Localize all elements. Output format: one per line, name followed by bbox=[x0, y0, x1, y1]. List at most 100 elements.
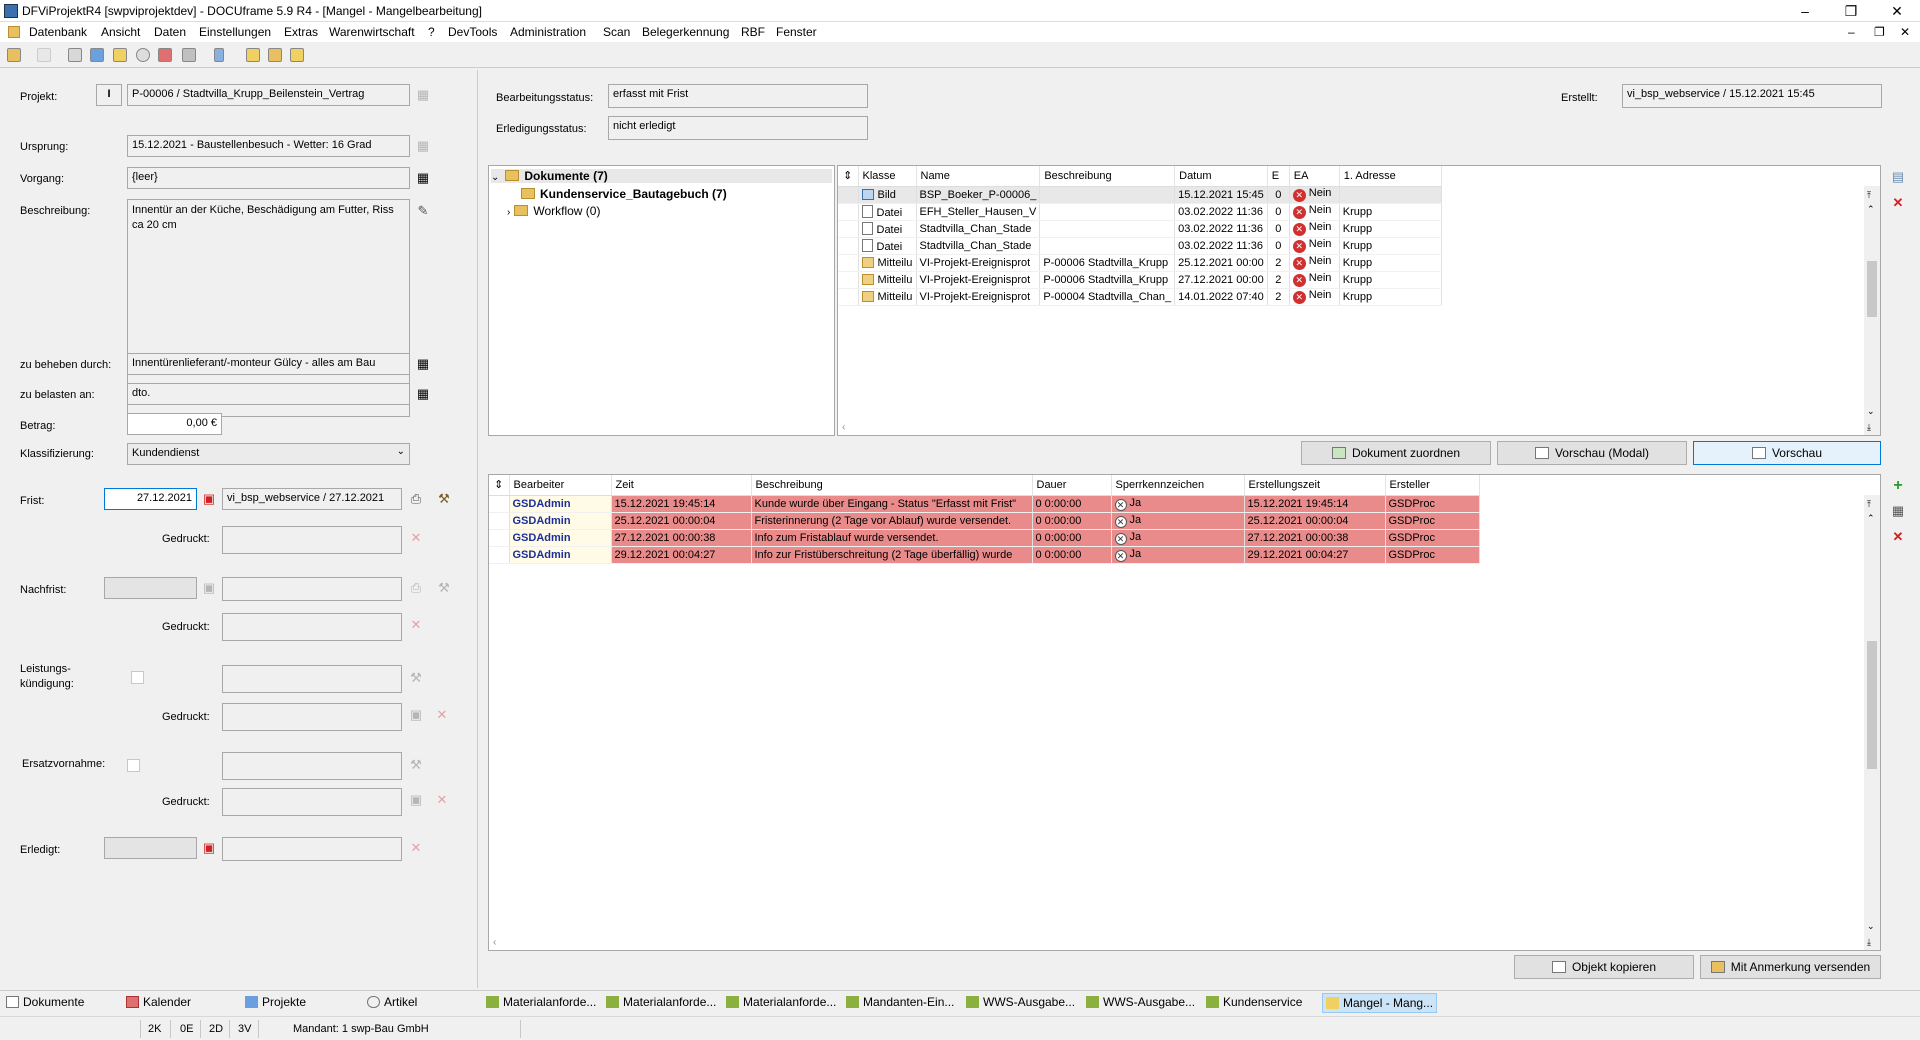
sort-icon[interactable]: ⇕ bbox=[838, 166, 859, 187]
task-mangel[interactable]: Mangel - Mang... bbox=[1322, 993, 1438, 1013]
frist-gedruckt-delete-icon[interactable]: ✕ bbox=[408, 530, 424, 546]
document-row[interactable]: Mitteilu VI-Projekt-Ereignisprot P-00006 S… bbox=[838, 271, 1442, 289]
frist-print-icon[interactable]: ⎙ bbox=[408, 491, 424, 507]
leistungskuendigung-delete-icon[interactable]: ✕ bbox=[434, 707, 450, 723]
nachfrist-gedruckt-delete-icon[interactable]: ✕ bbox=[408, 617, 424, 633]
frist-tools-icon[interactable]: ⚒ bbox=[436, 491, 452, 507]
ersatzvornahme-field[interactable] bbox=[222, 752, 402, 780]
ersatzvornahme-gedruckt-field[interactable] bbox=[222, 788, 402, 816]
log-col-bearbeiter[interactable]: Bearbeiter bbox=[509, 475, 612, 496]
log-col-dauer[interactable]: Dauer bbox=[1032, 475, 1112, 496]
leistungskuendigung-checkbox[interactable] bbox=[131, 671, 144, 684]
log-scroll-bottom-icon[interactable]: ⤓ bbox=[1867, 937, 1871, 948]
mdi-document-icon[interactable] bbox=[8, 26, 20, 38]
menu-extras[interactable]: Extras bbox=[284, 25, 318, 39]
log-scroll-down-icon[interactable]: ⌄ bbox=[1867, 921, 1875, 932]
erledigungsstatus-field[interactable]: nicht erledigt bbox=[608, 116, 868, 140]
log-col-zeit[interactable]: Zeit bbox=[611, 475, 752, 496]
log-row[interactable]: GSDAdmin 27.12.2021 00:00:38 Info zum Fris… bbox=[489, 529, 1480, 547]
belasten-table-icon[interactable]: ▦ bbox=[415, 386, 431, 402]
remove-document-icon[interactable]: ✕ bbox=[1890, 195, 1906, 211]
new-document-icon[interactable]: ▤ bbox=[1890, 169, 1906, 185]
ursprung-table-icon[interactable]: ▦ bbox=[415, 138, 431, 154]
belasten-field[interactable]: dto. bbox=[127, 383, 410, 405]
leistungskuendigung-field[interactable] bbox=[222, 665, 402, 693]
scroll-up-icon[interactable]: ⌃ bbox=[1867, 204, 1875, 215]
document-row[interactable]: Datei EFH_Steller_Hausen_V 03.02.2022 11:3… bbox=[838, 203, 1442, 221]
frist-gedruckt-field[interactable] bbox=[222, 526, 402, 554]
scroll-left-icon[interactable]: ‹ bbox=[842, 422, 845, 433]
col-klasse[interactable]: Klasse bbox=[858, 166, 917, 187]
nachfrist-tools-icon[interactable]: ⚒ bbox=[436, 580, 452, 596]
mdi-restore-button[interactable]: ❐ bbox=[1874, 25, 1885, 39]
menu-administration[interactable]: Administration bbox=[510, 25, 586, 39]
vorschau-button[interactable]: Vorschau bbox=[1693, 441, 1881, 465]
erledigt-date-input[interactable] bbox=[104, 837, 197, 859]
col-beschreibung[interactable]: Beschreibung bbox=[1039, 166, 1176, 187]
scroll-bottom-icon[interactable]: ⤓ bbox=[1867, 422, 1871, 433]
document-row[interactable]: Mitteilu VI-Projekt-Ereignisprot P-00004 S… bbox=[838, 288, 1442, 306]
log-col-erstellungszeit[interactable]: Erstellungszeit bbox=[1244, 475, 1386, 496]
chevron-right-icon[interactable]: › bbox=[507, 207, 510, 218]
log-scroll-thumb[interactable] bbox=[1867, 641, 1877, 769]
erledigt-calendar-icon[interactable]: ▣ bbox=[201, 840, 217, 856]
erledigt-delete-icon[interactable]: ✕ bbox=[408, 840, 424, 856]
task-projekte[interactable]: Projekte bbox=[245, 995, 306, 1009]
log-col-beschreibung[interactable]: Beschreibung bbox=[751, 475, 1033, 496]
card-icon[interactable] bbox=[68, 48, 82, 62]
documents-scrollbar[interactable]: ⤒ ⌃ ⌄ ⤓ bbox=[1864, 186, 1880, 435]
mdi-close-button[interactable]: ✕ bbox=[1900, 25, 1910, 39]
col-datum[interactable]: Datum bbox=[1174, 166, 1268, 187]
document-row[interactable]: Mitteilu VI-Projekt-Ereignisprot P-00006 S… bbox=[838, 254, 1442, 272]
restore-button[interactable]: ❐ bbox=[1828, 0, 1874, 22]
dokument-zuordnen-button[interactable]: Dokument zuordnen bbox=[1301, 441, 1491, 465]
calendar-icon[interactable] bbox=[158, 48, 172, 62]
chevron-down-icon[interactable]: ⌄ bbox=[491, 172, 499, 183]
log-row[interactable]: GSDAdmin 15.12.2021 19:45:14 Kunde wurde ü… bbox=[489, 495, 1480, 513]
ersatzvornahme-checkbox[interactable] bbox=[127, 759, 140, 772]
table-icon[interactable] bbox=[182, 48, 196, 62]
log-row[interactable]: GSDAdmin 29.12.2021 00:04:27 Info zur Fris… bbox=[489, 546, 1480, 564]
export-icon[interactable] bbox=[290, 48, 304, 62]
log-scroll-left-icon[interactable]: ‹ bbox=[493, 937, 496, 948]
vorschau-modal-button[interactable]: Vorschau (Modal) bbox=[1497, 441, 1687, 465]
tree-root[interactable]: ⌄ Dokumente (7) bbox=[491, 169, 832, 183]
menu-einstellungen[interactable]: Einstellungen bbox=[199, 25, 271, 39]
scroll-down-icon[interactable]: ⌄ bbox=[1867, 406, 1875, 417]
mdi-minimize-button[interactable]: – bbox=[1848, 25, 1855, 39]
menu-daten[interactable]: Daten bbox=[154, 25, 186, 39]
log-scroll-top-icon[interactable]: ⤒ bbox=[1867, 499, 1871, 510]
tree-item-workflow[interactable]: › Workflow (0) bbox=[507, 204, 600, 218]
menu-belegerkennung[interactable]: Belegerkennung bbox=[642, 25, 729, 39]
objekt-kopieren-button[interactable]: Objekt kopieren bbox=[1514, 955, 1694, 979]
task-artikel[interactable]: Artikel bbox=[367, 995, 417, 1009]
print-icon[interactable] bbox=[37, 48, 51, 62]
mit-anmerkung-versenden-button[interactable]: Mit Anmerkung versenden bbox=[1700, 955, 1881, 979]
close-window-button[interactable]: ✕ bbox=[1874, 0, 1920, 22]
menu-help[interactable]: ? bbox=[428, 25, 435, 39]
nachfrist-date-input[interactable] bbox=[104, 577, 197, 599]
erledigt-user-field[interactable] bbox=[222, 837, 402, 861]
frist-user-field[interactable]: vi_bsp_webservice / 27.12.2021 bbox=[222, 488, 402, 510]
col-adresse[interactable]: 1. Adresse bbox=[1339, 166, 1442, 187]
menu-datenbank[interactable]: Datenbank bbox=[29, 25, 87, 39]
nachfrist-gedruckt-field[interactable] bbox=[222, 613, 402, 641]
ersatzvornahme-delete-icon[interactable]: ✕ bbox=[434, 792, 450, 808]
menu-scan[interactable]: Scan bbox=[603, 25, 630, 39]
open-folder-icon[interactable] bbox=[268, 48, 282, 62]
log-col-ersteller[interactable]: Ersteller bbox=[1385, 475, 1480, 496]
projekt-table-icon[interactable]: ▦ bbox=[415, 87, 431, 103]
task-materialanforderung-3[interactable]: Materialanforde... bbox=[726, 995, 836, 1009]
menu-fenster[interactable]: Fenster bbox=[776, 25, 817, 39]
col-name[interactable]: Name bbox=[916, 166, 1041, 187]
add-entry-icon[interactable]: + bbox=[1890, 478, 1906, 494]
nachfrist-calendar-icon[interactable]: ▣ bbox=[201, 580, 217, 596]
vorgang-table-icon[interactable]: ▦ bbox=[415, 170, 431, 186]
list-icon[interactable] bbox=[90, 48, 104, 62]
scroll-top-icon[interactable]: ⤒ bbox=[1867, 190, 1871, 201]
frist-calendar-icon[interactable]: ▣ bbox=[201, 491, 217, 507]
task-wws-ausgabe-2[interactable]: WWS-Ausgabe... bbox=[1086, 995, 1195, 1009]
betrag-input[interactable]: 0,00 € bbox=[127, 413, 222, 435]
task-kalender[interactable]: Kalender bbox=[126, 995, 191, 1009]
frist-date-input[interactable]: 27.12.2021 bbox=[104, 488, 197, 510]
